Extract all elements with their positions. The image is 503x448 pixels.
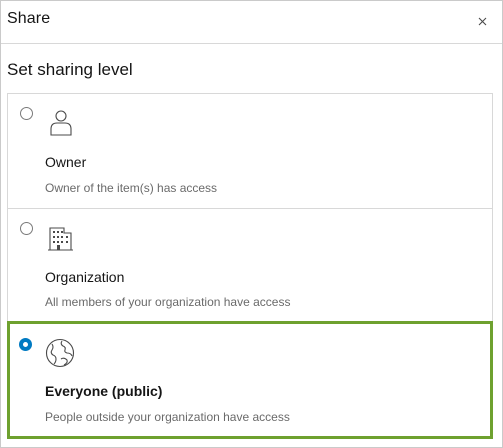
close-button[interactable]: [470, 9, 496, 35]
organization-label: Organization: [45, 269, 125, 285]
organization-radio[interactable]: [20, 222, 33, 235]
everyone-description: People outside your organization have ac…: [45, 410, 290, 424]
sharing-option-organization[interactable]: Organization All members of your organiz…: [7, 208, 493, 323]
dialog-title: Share: [7, 10, 51, 27]
owner-label: Owner: [45, 154, 87, 170]
organization-description: All members of your organization have ac…: [45, 295, 291, 309]
owner-description: Owner of the item(s) has access: [45, 181, 218, 195]
share-dialog: Share Set sharing level Owner Owner of t…: [0, 0, 503, 448]
sharing-option-owner[interactable]: Owner Owner of the item(s) has access: [7, 93, 493, 209]
owner-radio[interactable]: [20, 107, 33, 120]
dialog-header: Share: [1, 1, 502, 44]
everyone-label: Everyone (public): [45, 383, 163, 399]
sharing-level-heading: Set sharing level: [7, 60, 133, 79]
sharing-option-everyone[interactable]: Everyone (public) People outside your or…: [7, 321, 493, 439]
globe-icon: [45, 338, 75, 368]
user-icon: [50, 110, 72, 136]
close-icon: [478, 17, 487, 26]
building-icon: [48, 227, 73, 251]
everyone-radio[interactable]: [19, 338, 32, 351]
